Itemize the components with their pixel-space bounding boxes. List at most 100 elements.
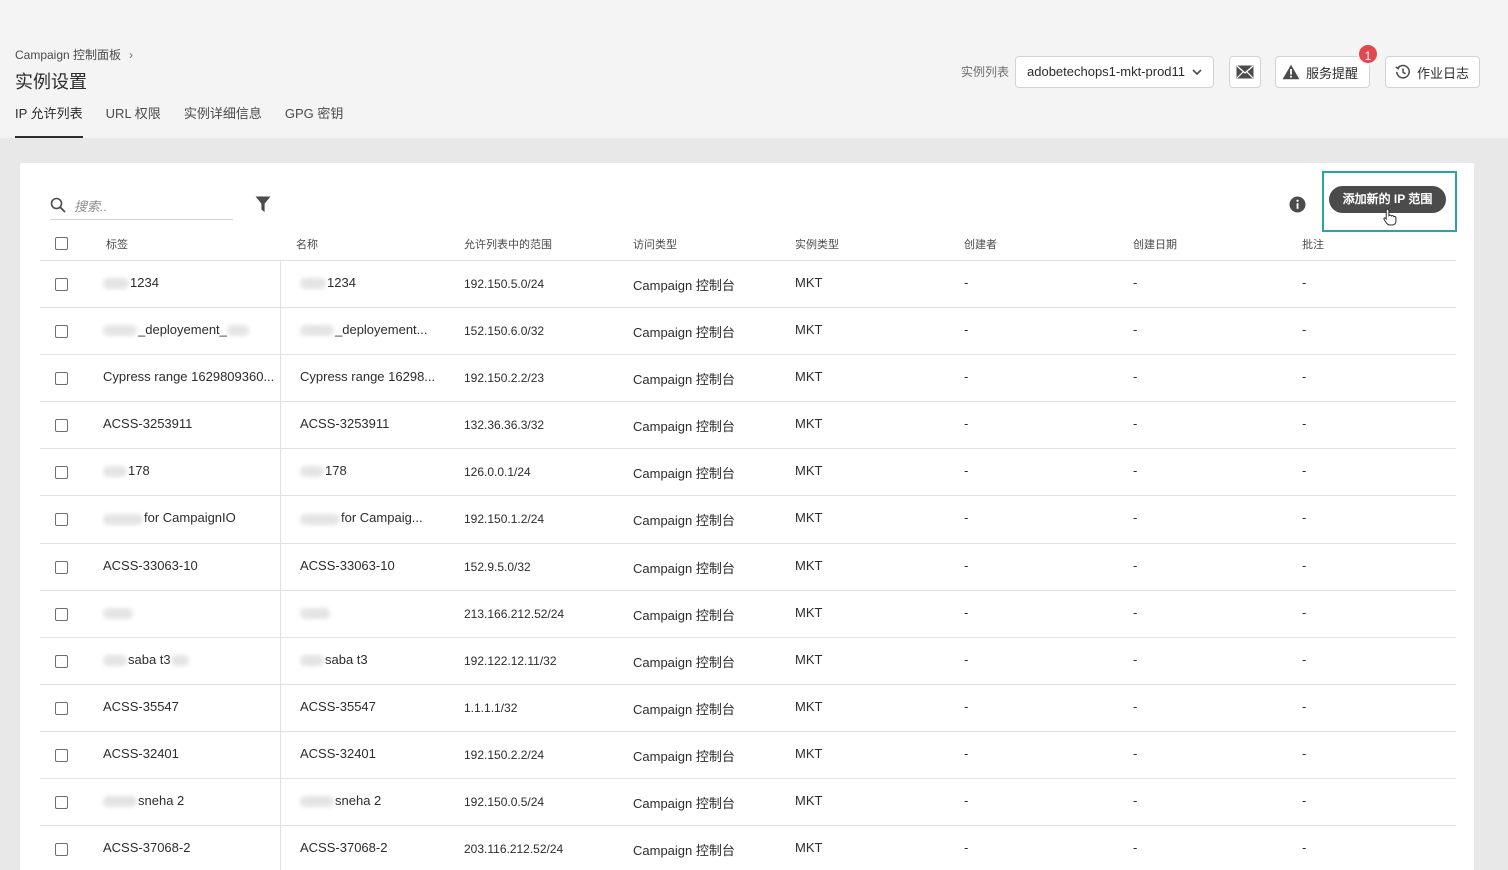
row-checkbox[interactable] [55, 748, 68, 762]
cell-range-text: 192.150.2.2/23 [464, 371, 545, 386]
cell-name: sneha 2 [300, 793, 381, 808]
table-row[interactable]: ACSS-37068-2 ACSS-37068-2 203.116.212.52/2… [40, 826, 1456, 870]
alert-icon [1282, 64, 1300, 80]
tab-gpg-keys[interactable]: GPG 密钥 [285, 104, 344, 138]
breadcrumb-link[interactable]: Campaign 控制面板 [15, 46, 121, 63]
cell-name: ACSS-37068-2 [300, 840, 387, 855]
column-header-access-type[interactable]: 访问类型 [633, 236, 677, 252]
cell-access-text: Campaign 控制台 [633, 372, 735, 388]
cell-note-text: - [1302, 275, 1307, 290]
breadcrumb[interactable]: Campaign 控制面板 › [15, 46, 133, 63]
cell-created-date: - [1133, 605, 1137, 620]
cell-range-text: 132.36.36.3/32 [464, 418, 545, 433]
row-checkbox[interactable] [55, 796, 68, 810]
column-header-creator[interactable]: 创建者 [964, 236, 997, 252]
cell-created-date: - [1133, 322, 1137, 337]
row-checkbox[interactable] [55, 325, 68, 339]
tab-instance-details[interactable]: 实例详细信息 [184, 104, 262, 138]
cell-creator-text: - [964, 745, 969, 761]
cell-creator: - [964, 369, 968, 384]
row-checkbox[interactable] [55, 278, 68, 291]
search-input[interactable]: 搜索.. [50, 192, 233, 220]
cell-creator: - [964, 416, 968, 431]
table-row[interactable]: ACSS-3253911 ACSS-3253911 132.36.36.3/32 Ca… [40, 402, 1456, 450]
cell-label: _deployement_ [103, 322, 250, 337]
cell-date-text: - [1133, 557, 1138, 573]
instance-select[interactable]: adobetechops1-mkt-prod11 [1015, 56, 1214, 88]
cell-name-text: sneha 2 [335, 793, 382, 809]
cell-notes: - [1302, 322, 1306, 337]
cell-access-text: Campaign 控制台 [633, 843, 735, 859]
cell-type-text: MKT [795, 416, 823, 432]
cell-date-text: - [1133, 793, 1138, 809]
column-header-label[interactable]: 标签 [106, 236, 128, 252]
cell-range: 192.150.2.2/24 [464, 748, 544, 762]
cell-creator: - [964, 558, 968, 573]
cell-range: 192.150.0.5/24 [464, 795, 544, 809]
cell-type-text: MKT [795, 604, 823, 620]
column-header-created-date[interactable]: 创建日期 [1133, 236, 1177, 252]
row-checkbox[interactable] [55, 513, 68, 527]
row-checkbox[interactable] [55, 560, 68, 574]
cell-notes: - [1302, 275, 1306, 290]
search-placeholder: 搜索.. [74, 199, 108, 214]
cell-access-type: Campaign 控制台 [633, 322, 735, 341]
tab-ip-allowlist[interactable]: IP 允许列表 [15, 104, 83, 138]
cell-name: 1234 [300, 275, 356, 290]
row-checkbox[interactable] [55, 419, 68, 433]
cell-notes: - [1302, 605, 1306, 620]
cell-range: 192.150.1.2/24 [464, 512, 544, 526]
redacted-text [103, 466, 127, 478]
job-log-button[interactable]: 作业日志 [1385, 56, 1480, 88]
cell-creator: - [964, 652, 968, 667]
cell-created-date: - [1133, 793, 1137, 808]
table-row[interactable]: saba t3 saba t3 192.122.12.11/32 Campaign 控… [40, 637, 1456, 685]
row-checkbox[interactable] [55, 843, 68, 857]
table-row[interactable]: ACSS-33063-10 ACSS-33063-10 152.9.5.0/32 Ca… [40, 543, 1456, 591]
select-all-checkbox[interactable] [55, 237, 68, 250]
filter-icon[interactable] [255, 196, 271, 213]
cell-name [300, 605, 331, 620]
table-row[interactable]: ACSS-32401 ACSS-32401 192.150.2.2/24 Campai… [40, 731, 1456, 780]
column-divider [280, 779, 281, 827]
cell-label-text: ACSS-35547 [103, 698, 179, 714]
mail-button[interactable] [1229, 56, 1261, 88]
cell-type-text: MKT [795, 510, 823, 526]
column-header-instance-type[interactable]: 实例类型 [795, 236, 839, 252]
cell-range-text: 192.122.12.11/32 [464, 653, 557, 668]
column-divider [280, 449, 281, 497]
table-row[interactable]: sneha 2 sneha 2 192.150.0.5/24 Campaign 控制台… [40, 779, 1456, 827]
table-row[interactable]: for CampaignIO for Campaig... 192.150.1.2/… [40, 496, 1456, 544]
row-checkbox[interactable] [55, 654, 68, 668]
table-row[interactable]: ACSS-35547 ACSS-35547 1.1.1.1/32 Campaign 控… [40, 684, 1456, 732]
row-checkbox[interactable] [55, 701, 68, 715]
cell-creator: - [964, 322, 968, 337]
cell-range-text: 192.150.5.0/24 [464, 277, 545, 291]
column-header-notes[interactable]: 批注 [1302, 236, 1324, 252]
column-divider [280, 308, 281, 356]
cell-notes: - [1302, 369, 1306, 384]
cell-access-text: Campaign 控制台 [633, 607, 735, 623]
cell-name: _deployement... [300, 322, 428, 337]
tab-url-permissions[interactable]: URL 权限 [106, 104, 161, 138]
row-checkbox[interactable] [55, 607, 68, 621]
table-row[interactable]: 1234 1234 192.150.5.0/24 Campaign 控制台 MKT - - - [40, 261, 1456, 309]
table-row[interactable]: 213.166.212.52/24 Campaign 控制台 MKT - - - [40, 590, 1456, 638]
service-alert-button[interactable]: 服务提醒 [1275, 56, 1370, 88]
redacted-text [226, 325, 249, 337]
cell-label: for CampaignIO [103, 510, 236, 525]
row-checkbox[interactable] [55, 466, 68, 480]
cell-label: ACSS-33063-10 [103, 558, 198, 573]
cell-label-text: sneha 2 [138, 793, 185, 809]
table-row[interactable]: 178 178 126.0.0.1/24 Campaign 控制台 MKT - - - [40, 449, 1456, 497]
table-row[interactable]: _deployement_ _deployement... 152.150.6.0/… [40, 308, 1456, 356]
row-checkbox[interactable] [55, 372, 68, 386]
cell-instance-type: MKT [795, 463, 822, 478]
info-icon[interactable] [1289, 196, 1306, 213]
cell-name: ACSS-33063-10 [300, 558, 395, 573]
table-row[interactable]: Cypress range 1629809360... Cypress range… [40, 355, 1456, 403]
column-header-range[interactable]: 允许列表中的范围 [464, 236, 552, 252]
cell-creator: - [964, 275, 968, 290]
column-header-name[interactable]: 名称 [296, 236, 318, 252]
cell-label: ACSS-32401 [103, 746, 179, 761]
